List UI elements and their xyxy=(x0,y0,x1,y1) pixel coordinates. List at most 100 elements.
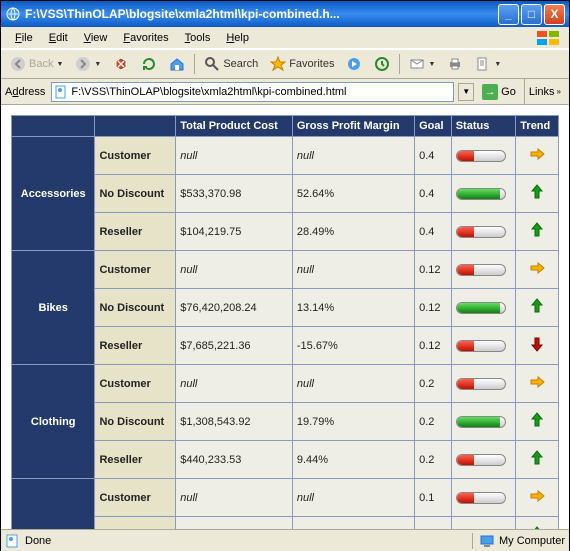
cell-gpm: null xyxy=(292,137,414,175)
cell-trend xyxy=(516,517,559,530)
links-label: Links xyxy=(529,86,555,98)
mail-icon xyxy=(409,56,425,72)
edit-icon xyxy=(475,56,491,72)
cell-status xyxy=(451,213,516,251)
favorites-button[interactable]: Favorites xyxy=(265,53,339,75)
cell-cost: $1,308,543.92 xyxy=(176,403,293,441)
minimize-button[interactable]: _ xyxy=(498,4,519,25)
menu-view[interactable]: View xyxy=(76,30,116,46)
row-label: No Discount xyxy=(95,175,176,213)
home-icon xyxy=(169,56,185,72)
windows-logo-icon xyxy=(535,29,563,47)
cell-cost: $104,219.75 xyxy=(176,213,293,251)
status-gauge-red xyxy=(456,150,506,162)
edit-button[interactable]: ▼ xyxy=(470,53,506,75)
cell-cost: null xyxy=(176,137,293,175)
cell-cost: null xyxy=(176,365,293,403)
row-label: Customer xyxy=(95,479,176,517)
cell-trend xyxy=(516,327,559,365)
cell-status xyxy=(451,289,516,327)
go-button[interactable]: → Go xyxy=(478,82,520,102)
row-label: Reseller xyxy=(95,441,176,479)
close-button[interactable]: X xyxy=(544,4,565,25)
status-gauge-red xyxy=(456,264,506,276)
cell-trend xyxy=(516,137,559,175)
media-button[interactable] xyxy=(341,53,367,75)
col-gpm: Gross Profit Margin xyxy=(292,116,414,137)
cell-goal: 0.12 xyxy=(415,289,452,327)
cell-gpm: 19.79% xyxy=(292,403,414,441)
cell-gpm: 8.87% xyxy=(292,517,414,530)
menu-file[interactable]: File xyxy=(7,30,41,46)
menu-bar: File Edit View Favorites Tools Help xyxy=(1,27,569,49)
refresh-button[interactable] xyxy=(136,53,162,75)
media-icon xyxy=(346,56,362,72)
address-label: Address xyxy=(5,86,47,98)
table-header-row: Total Product Cost Gross Profit Margin G… xyxy=(12,116,559,137)
cell-goal: 0.2 xyxy=(415,403,452,441)
stop-icon xyxy=(113,56,129,72)
status-gauge-red xyxy=(456,492,506,504)
cell-status xyxy=(451,251,516,289)
menu-help[interactable]: Help xyxy=(218,30,257,46)
cell-cost: $440,233.53 xyxy=(176,441,293,479)
status-gauge-green xyxy=(456,302,506,314)
print-icon xyxy=(447,56,463,72)
trend-arrow-up-icon xyxy=(528,221,546,239)
page-icon xyxy=(54,85,68,99)
home-button[interactable] xyxy=(164,53,190,75)
star-icon xyxy=(270,56,286,72)
cell-goal: 0.4 xyxy=(415,137,452,175)
maximize-button[interactable]: □ xyxy=(521,4,542,25)
trend-arrow-right-icon xyxy=(528,145,546,163)
status-gauge-green xyxy=(456,416,506,428)
col-blank xyxy=(12,116,95,137)
go-label: Go xyxy=(501,86,516,98)
address-input-wrap[interactable] xyxy=(51,82,454,102)
trend-arrow-up-icon xyxy=(528,297,546,315)
cell-cost: $76,420,208.24 xyxy=(176,289,293,327)
row-label: Customer xyxy=(95,137,176,175)
menu-edit[interactable]: Edit xyxy=(41,30,76,46)
chevron-down-icon: ▼ xyxy=(94,61,101,68)
row-label: Customer xyxy=(95,365,176,403)
row-label: No Discount xyxy=(95,517,176,530)
trend-arrow-up-icon xyxy=(528,525,546,529)
status-gauge-red xyxy=(456,454,506,466)
cell-trend xyxy=(516,289,559,327)
cell-goal: 0.2 xyxy=(415,441,452,479)
address-dropdown[interactable]: ▼ xyxy=(458,83,474,101)
links-button[interactable]: Links » xyxy=(524,79,565,105)
cell-trend xyxy=(516,441,559,479)
menu-tools[interactable]: Tools xyxy=(177,30,219,46)
col-blank2 xyxy=(95,116,176,137)
cell-trend xyxy=(516,403,559,441)
trend-arrow-up-icon xyxy=(528,449,546,467)
go-arrow-icon: → xyxy=(482,84,498,100)
history-button[interactable] xyxy=(369,53,395,75)
trend-arrow-up-icon xyxy=(528,411,546,429)
cell-goal: 0.4 xyxy=(415,213,452,251)
cell-cost: null xyxy=(176,251,293,289)
table-row: AccessoriesCustomernullnull0.4 xyxy=(12,137,559,175)
cell-trend xyxy=(516,213,559,251)
cell-goal: 0.1 xyxy=(415,479,452,517)
address-input[interactable] xyxy=(71,84,451,100)
forward-button[interactable]: ▼ xyxy=(70,53,106,75)
menu-favorites[interactable]: Favorites xyxy=(115,30,176,46)
cell-cost: $7,685,221.36 xyxy=(176,327,293,365)
chevron-down-icon: ▼ xyxy=(494,61,501,68)
print-button[interactable] xyxy=(442,53,468,75)
cell-gpm: -15.67% xyxy=(292,327,414,365)
status-text: Done xyxy=(25,535,51,547)
cell-gpm: null xyxy=(292,479,414,517)
mail-button[interactable]: ▼ xyxy=(404,53,440,75)
cell-cost: $10,571,519.88 xyxy=(176,517,293,530)
status-gauge-red xyxy=(456,226,506,238)
cell-goal: 0.12 xyxy=(415,327,452,365)
cell-cost: $533,370.98 xyxy=(176,175,293,213)
stop-button[interactable] xyxy=(108,53,134,75)
group-header: Bikes xyxy=(12,251,95,365)
back-button[interactable]: Back ▼ xyxy=(5,53,68,75)
search-button[interactable]: Search xyxy=(199,53,263,75)
